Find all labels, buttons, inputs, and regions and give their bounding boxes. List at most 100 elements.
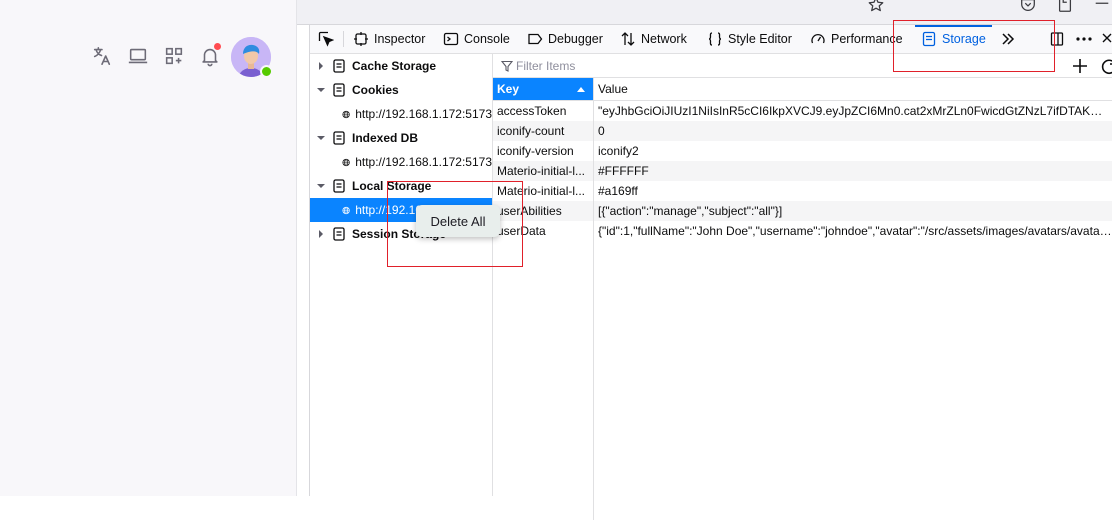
tree-local-storage[interactable]: Local Storage: [310, 174, 492, 198]
table-cell-value[interactable]: #FFFFFF: [594, 161, 1112, 181]
filter-items-input[interactable]: [516, 58, 1016, 73]
table-cell-value[interactable]: "eyJhbGciOiJIUzI1NiIsInR5cCI6IkpXVCJ9.ey…: [594, 101, 1112, 121]
table-cell-value[interactable]: {"id":1,"fullName":"John Doe","username"…: [594, 221, 1112, 241]
table-cell-key[interactable]: iconify-count: [493, 121, 593, 141]
value-header-label: Value: [598, 82, 628, 96]
chevron-right-icon: [319, 230, 323, 238]
shortcuts-button[interactable]: [156, 38, 192, 74]
table-cell-value[interactable]: 0: [594, 121, 1112, 141]
more-tabs-chevron-icon[interactable]: [1000, 31, 1016, 47]
laptop-icon: [128, 48, 148, 64]
online-status-dot: [260, 65, 273, 78]
tab-performance-label: Performance: [831, 32, 903, 46]
tree-cookies[interactable]: Cookies: [310, 78, 492, 102]
tab-inspector-label: Inspector: [374, 32, 426, 46]
storage-category-icon: [333, 59, 345, 73]
toolbar-separator: [343, 31, 344, 47]
tree-indexed-db[interactable]: Indexed DB: [310, 126, 492, 150]
more-options-icon[interactable]: [1075, 31, 1093, 47]
chevron-down-icon: [317, 136, 325, 140]
inspector-icon: [354, 32, 368, 46]
tab-inspector[interactable]: Inspector: [353, 25, 425, 53]
tab-storage-label: Storage: [942, 32, 986, 46]
table-cell-key[interactable]: iconify-version: [493, 141, 593, 161]
tree-item-label: http://192.168.1.172:5173: [355, 155, 492, 169]
tab-style-editor-label: Style Editor: [728, 32, 792, 46]
globe-icon: [342, 206, 350, 214]
sort-ascending-icon: [577, 87, 585, 92]
context-menu-delete-all[interactable]: Delete All: [416, 205, 500, 237]
debugger-icon: [528, 33, 543, 45]
tree-cache-storage[interactable]: Cache Storage: [310, 54, 492, 78]
table-cell-key[interactable]: userData: [493, 221, 593, 241]
dock-side-icon[interactable]: [1049, 31, 1065, 47]
chevron-right-icon: [319, 62, 323, 70]
filter-bar: [493, 54, 1112, 78]
menu-icon[interactable]: [1093, 0, 1111, 14]
tree-item-label: Cache Storage: [352, 59, 437, 73]
tree-item-label: Cookies: [352, 83, 399, 97]
tree-item-label: http://192.168.1.172:5173: [355, 107, 492, 121]
tab-network[interactable]: Network: [620, 25, 687, 53]
theme-toggle-button[interactable]: [120, 38, 156, 74]
add-item-icon[interactable]: [1070, 56, 1090, 76]
globe-icon: [342, 110, 350, 118]
storage-category-icon: [333, 179, 345, 193]
tab-network-label: Network: [641, 32, 687, 46]
app-area: [0, 0, 296, 496]
chevron-down-icon: [317, 184, 325, 188]
tab-storage[interactable]: Storage: [915, 25, 992, 53]
table-cell-key[interactable]: Materio-initial-l...: [493, 181, 593, 201]
tab-performance[interactable]: Performance: [810, 25, 903, 53]
refresh-icon[interactable]: [1099, 56, 1112, 76]
table-cell-key[interactable]: accessToken: [493, 101, 593, 121]
notification-badge: [214, 43, 221, 50]
tab-console[interactable]: Console: [443, 25, 510, 53]
apps-add-icon: [165, 47, 183, 65]
tab-debugger[interactable]: Debugger: [527, 25, 603, 53]
storage-category-icon: [333, 83, 345, 97]
tree-item-label: Indexed DB: [352, 131, 419, 145]
storage-icon: [922, 31, 936, 47]
value-column-header[interactable]: Value: [594, 78, 1112, 101]
key-header-label: Key: [497, 82, 520, 96]
translate-button[interactable]: [84, 38, 120, 74]
key-column: Key accessToken iconify-count iconify-ve…: [493, 78, 594, 520]
app-header-actions: [84, 38, 228, 74]
chevron-down-icon: [317, 88, 325, 92]
devtools-panel: Inspector Console Debugger Network Style…: [309, 25, 1112, 520]
storage-category-icon: [333, 227, 345, 241]
app-divider: [296, 0, 297, 496]
devtools-toolbar: Inspector Console Debugger Network Style…: [310, 25, 1112, 54]
filter-icon: [501, 60, 513, 72]
browser-chrome: [297, 0, 1112, 25]
tab-console-label: Console: [464, 32, 510, 46]
context-menu-label: Delete All: [430, 213, 486, 229]
storage-table-area: Key accessToken iconify-count iconify-ve…: [493, 54, 1112, 520]
storage-category-icon: [333, 131, 345, 145]
key-column-header[interactable]: Key: [493, 78, 593, 101]
network-icon: [621, 32, 635, 46]
console-icon: [443, 32, 459, 46]
tab-debugger-label: Debugger: [548, 32, 603, 46]
bookmark-star-icon[interactable]: [867, 0, 885, 14]
element-picker-icon[interactable]: [318, 31, 334, 47]
table-cell-key[interactable]: Materio-initial-l...: [493, 161, 593, 181]
table-cell-value[interactable]: [{"action":"manage","subject":"all"}]: [594, 201, 1112, 221]
value-column: Value "eyJhbGciOiJIUzI1NiIsInR5cCI6IkpXV…: [594, 78, 1112, 520]
notifications-button[interactable]: [192, 38, 228, 74]
table-cell-value[interactable]: iconify2: [594, 141, 1112, 161]
tree-item-label: Local Storage: [352, 179, 432, 193]
tree-indexed-db-origin[interactable]: http://192.168.1.172:5173: [310, 150, 492, 174]
tree-cookies-origin[interactable]: http://192.168.1.172:5173: [310, 102, 492, 126]
close-icon[interactable]: [1101, 31, 1112, 47]
table-cell-key[interactable]: userAbilities: [493, 201, 593, 221]
extensions-icon[interactable]: [1056, 0, 1074, 14]
translate-icon: [93, 46, 111, 66]
table-cell-value[interactable]: #a169ff: [594, 181, 1112, 201]
style-editor-icon: [708, 32, 722, 46]
tab-style-editor[interactable]: Style Editor: [707, 25, 792, 53]
pocket-icon[interactable]: [1019, 0, 1037, 14]
storage-tree: Cache Storage Cookies http://192.168.1.1…: [310, 54, 493, 496]
performance-icon: [811, 33, 825, 44]
